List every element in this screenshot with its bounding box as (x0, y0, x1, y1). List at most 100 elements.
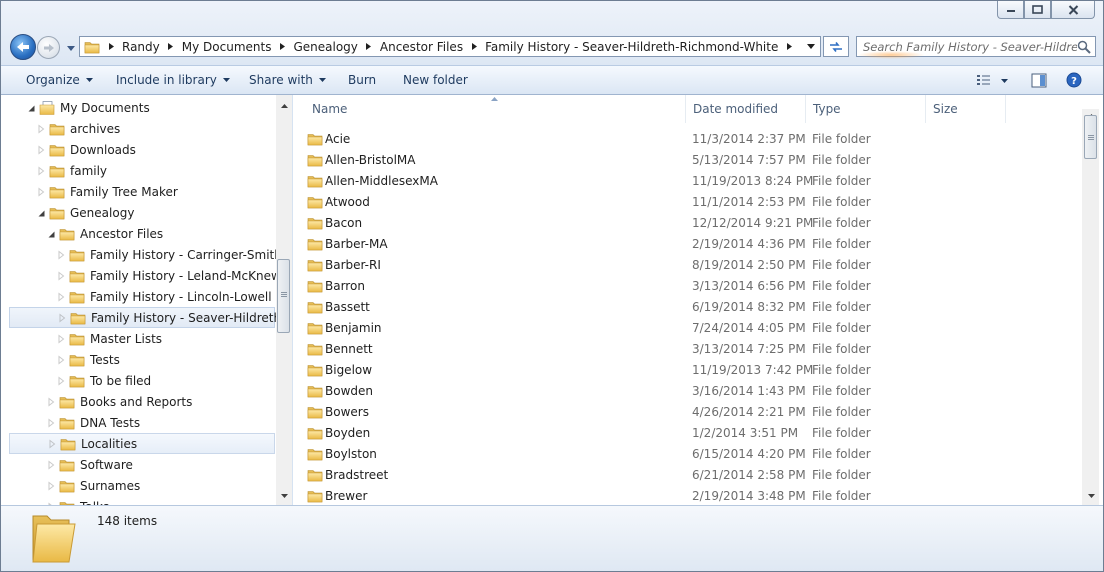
table-row[interactable]: Bennett 3/13/2014 7:25 PM File folder (307, 338, 1067, 359)
tree-item[interactable]: Tests (9, 349, 275, 370)
tree-item[interactable]: Genealogy (9, 202, 275, 223)
tree-item[interactable]: Family History - Leland-McKnew (9, 265, 281, 286)
forward-button[interactable] (37, 36, 60, 59)
preview-pane-button[interactable] (1031, 72, 1047, 88)
expand-toggle[interactable] (56, 250, 66, 260)
column-header-name[interactable]: Name (305, 95, 686, 123)
breadcrumb-item[interactable]: My Documents (162, 37, 274, 57)
include-in-library-button[interactable]: Include in library (116, 66, 230, 94)
table-row[interactable]: Bigelow 11/19/2013 7:42 PM File folder (307, 359, 1067, 380)
tree-item[interactable]: DNA Tests (9, 412, 275, 433)
tree-item[interactable]: Master Lists (9, 328, 275, 349)
column-header-type[interactable]: Type (806, 95, 926, 123)
scroll-up-button[interactable] (279, 101, 289, 111)
scroll-thumb[interactable] (277, 259, 290, 333)
back-button[interactable] (10, 34, 36, 60)
change-view-button[interactable] (976, 72, 992, 88)
column-header-date-modified[interactable]: Date modified (686, 95, 806, 123)
tree-item[interactable]: Downloads (9, 139, 275, 160)
minimize-button[interactable] (997, 1, 1024, 19)
burn-button[interactable]: Burn (348, 66, 376, 94)
tree-item[interactable]: Family Tree Maker (9, 181, 275, 202)
expand-toggle[interactable] (57, 313, 67, 323)
expand-toggle[interactable] (46, 418, 56, 428)
breadcrumb-item[interactable]: Family History - Seaver-Hildreth-Richmon… (465, 37, 780, 57)
share-with-button[interactable]: Share with (249, 66, 326, 94)
scroll-thumb[interactable] (1084, 115, 1097, 159)
tree-item[interactable]: Ancestor Files (9, 223, 275, 244)
breadcrumb-separator-button[interactable] (102, 37, 120, 57)
tree-item[interactable]: Talks (9, 496, 275, 505)
folder-icon (70, 311, 86, 325)
tree-item[interactable]: archives (9, 118, 275, 139)
collapse-toggle[interactable] (36, 208, 46, 218)
expand-toggle[interactable] (47, 439, 57, 449)
table-row[interactable]: Bowden 3/16/2014 1:43 PM File folder (307, 380, 1067, 401)
expand-toggle[interactable] (56, 292, 66, 302)
address-bar[interactable]: Randy My Documents Genealogy Ancestor Files… (79, 36, 821, 57)
navigation-pane-scrollbar[interactable] (276, 95, 292, 505)
breadcrumb-separator-button[interactable] (162, 37, 180, 57)
table-row[interactable]: Atwood 11/1/2014 2:53 PM File folder (307, 191, 1067, 212)
table-row[interactable]: Boylston 6/15/2014 4:20 PM File folder (307, 443, 1067, 464)
maximize-button[interactable] (1024, 1, 1051, 19)
tree-item[interactable]: Localities (9, 433, 275, 454)
help-button[interactable]: ? (1066, 72, 1082, 88)
organize-button[interactable]: Organize (26, 66, 93, 94)
tree-item[interactable]: Family History - Carringer-Smith-Auble-K… (9, 244, 292, 265)
tree-item[interactable]: To be filed (9, 370, 275, 391)
scroll-down-button[interactable] (279, 491, 289, 501)
table-row[interactable]: Bacon 12/12/2014 9:21 PM File folder (307, 212, 1067, 233)
breadcrumb-item[interactable]: Genealogy (273, 37, 359, 57)
collapse-toggle[interactable] (26, 103, 36, 113)
recent-pages-button[interactable] (65, 42, 77, 54)
tree-item[interactable]: Family History - Seaver-Hildreth-Richmon… (9, 307, 292, 328)
table-row[interactable]: Acie 11/3/2014 2:37 PM File folder (307, 128, 1067, 149)
table-row[interactable]: Barber-MA 2/19/2014 4:36 PM File folder (307, 233, 1067, 254)
expand-toggle[interactable] (56, 355, 66, 365)
tree-item[interactable]: Software (9, 454, 275, 475)
tree-item[interactable]: My Documents (9, 97, 275, 118)
breadcrumb-separator-button[interactable] (273, 37, 291, 57)
search-box[interactable] (856, 36, 1096, 59)
table-row[interactable]: Boyden 1/2/2014 3:51 PM File folder (307, 422, 1067, 443)
tree-item[interactable]: Family History - Lincoln-Lowell (9, 286, 275, 307)
tree-item[interactable]: Surnames (9, 475, 275, 496)
breadcrumb-separator-button[interactable] (780, 37, 798, 57)
breadcrumb-separator-button[interactable] (360, 37, 378, 57)
collapse-toggle[interactable] (46, 229, 56, 239)
tree-item[interactable]: family (9, 160, 275, 181)
expand-toggle[interactable] (56, 376, 66, 386)
table-row[interactable]: Bassett 6/19/2014 8:32 PM File folder (307, 296, 1067, 317)
new-folder-button[interactable]: New folder (403, 66, 468, 94)
table-row[interactable]: Bradstreet 6/21/2014 2:58 PM File folder (307, 464, 1067, 485)
expand-toggle[interactable] (36, 166, 46, 176)
table-row[interactable]: Allen-MiddlesexMA 11/19/2013 8:24 PM File … (307, 170, 1067, 191)
expand-toggle[interactable] (36, 145, 46, 155)
expand-toggle[interactable] (56, 334, 66, 344)
expand-toggle[interactable] (56, 271, 66, 281)
scroll-down-button[interactable] (1086, 491, 1096, 501)
table-row[interactable]: Benjamin 7/24/2014 4:05 PM File folder (307, 317, 1067, 338)
expand-toggle[interactable] (36, 187, 46, 197)
column-header-size[interactable]: Size (926, 95, 1006, 123)
expand-toggle[interactable] (46, 460, 56, 470)
breadcrumb-item[interactable]: Randy (102, 37, 162, 57)
search-icon[interactable] (1077, 40, 1091, 54)
tree-item[interactable]: Books and Reports (9, 391, 275, 412)
table-row[interactable]: Brewer 2/19/2014 3:48 PM File folder (307, 485, 1067, 506)
refresh-button[interactable] (823, 36, 849, 57)
table-row[interactable]: Allen-BristolMA 5/13/2014 7:57 PM File fol… (307, 149, 1067, 170)
table-row[interactable]: Barron 3/13/2014 6:56 PM File folder (307, 275, 1067, 296)
view-options-button[interactable] (1001, 72, 1008, 88)
table-row[interactable]: Barber-RI 8/19/2014 2:50 PM File folder (307, 254, 1067, 275)
table-row[interactable]: Bowers 4/26/2014 2:21 PM File folder (307, 401, 1067, 422)
address-history-button[interactable] (802, 37, 820, 56)
expand-toggle[interactable] (36, 124, 46, 134)
breadcrumb-separator-button[interactable] (465, 37, 483, 57)
expand-toggle[interactable] (46, 481, 56, 491)
file-list-scrollbar[interactable] (1082, 109, 1099, 505)
breadcrumb-item[interactable]: Ancestor Files (360, 37, 465, 57)
close-button[interactable] (1051, 1, 1095, 19)
expand-toggle[interactable] (46, 397, 56, 407)
